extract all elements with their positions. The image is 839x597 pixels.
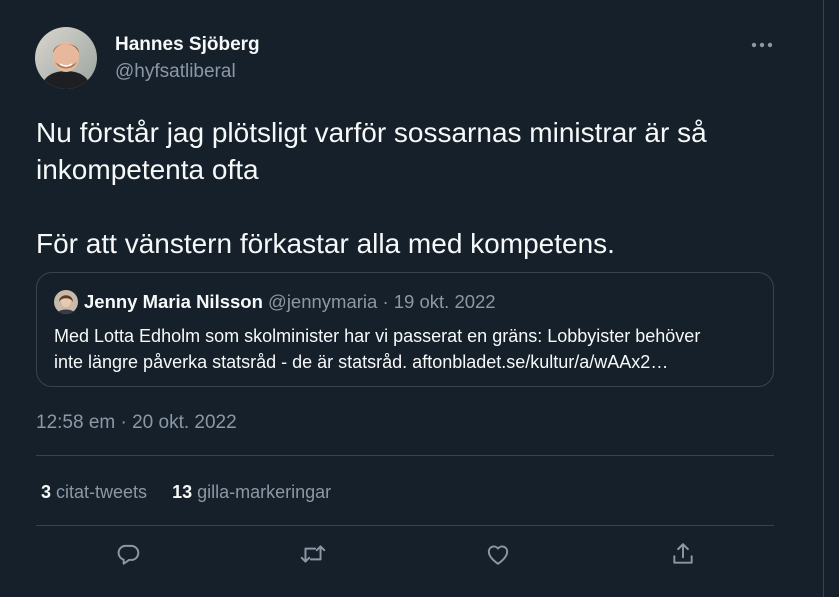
author-avatar[interactable]	[35, 27, 97, 89]
more-horizontal-icon	[751, 35, 773, 53]
quoted-tweet-text: Med Lotta Edholm som skolminister har vi…	[54, 323, 766, 375]
reply-button[interactable]	[112, 540, 144, 572]
likes-label: gilla-markeringar	[197, 482, 332, 502]
share-button[interactable]	[667, 540, 699, 572]
likes-count: 13	[172, 482, 193, 502]
quoted-text-line: Med Lotta Edholm som skolminister har vi…	[54, 326, 701, 346]
share-icon	[671, 541, 695, 572]
quote-tweets-stat[interactable]: 3 citat-tweets	[41, 482, 147, 503]
tweet-stats: 3 citat-tweets 13 gilla-markeringar	[41, 482, 331, 503]
heart-icon	[485, 542, 511, 571]
divider	[36, 525, 774, 526]
more-options-button[interactable]	[744, 30, 780, 58]
tweet-text-line: inkompetenta ofta	[36, 154, 259, 185]
likes-stat[interactable]: 13 gilla-markeringar	[172, 482, 331, 503]
author-display-name[interactable]: Hannes Sjöberg	[115, 34, 260, 56]
author-handle[interactable]: @hyfsatliberal	[115, 61, 236, 83]
tweet-text: Nu förstår jag plötsligt varför sossarna…	[36, 114, 796, 262]
timeline-border	[823, 0, 824, 597]
quoted-separator: ·	[382, 291, 389, 312]
reply-icon	[115, 541, 141, 572]
divider	[36, 455, 774, 456]
quoted-tweet-header: Jenny Maria Nilsson @jennymaria · 19 okt…	[84, 291, 496, 313]
quote-tweets-label: citat-tweets	[56, 482, 148, 502]
quoted-tweet-card[interactable]: Jenny Maria Nilsson @jennymaria · 19 okt…	[36, 272, 774, 387]
quoted-author-avatar	[54, 290, 78, 314]
tweet-text-line: För att vänstern förkastar alla med komp…	[36, 228, 615, 259]
retweet-button[interactable]	[297, 540, 329, 572]
tweet-timestamp[interactable]: 12:58 em · 20 okt. 2022	[36, 412, 237, 434]
quoted-date: 19 okt. 2022	[393, 291, 496, 312]
like-button[interactable]	[482, 540, 514, 572]
quote-tweets-count: 3	[41, 482, 52, 502]
quoted-author-name: Jenny Maria Nilsson	[84, 291, 263, 312]
quoted-text-line: inte längre påverka statsråd - de är sta…	[54, 352, 669, 372]
quoted-author-handle: @jennymaria	[268, 291, 378, 312]
tweet-text-line: Nu förstår jag plötsligt varför sossarna…	[36, 117, 707, 148]
retweet-icon	[299, 541, 327, 572]
